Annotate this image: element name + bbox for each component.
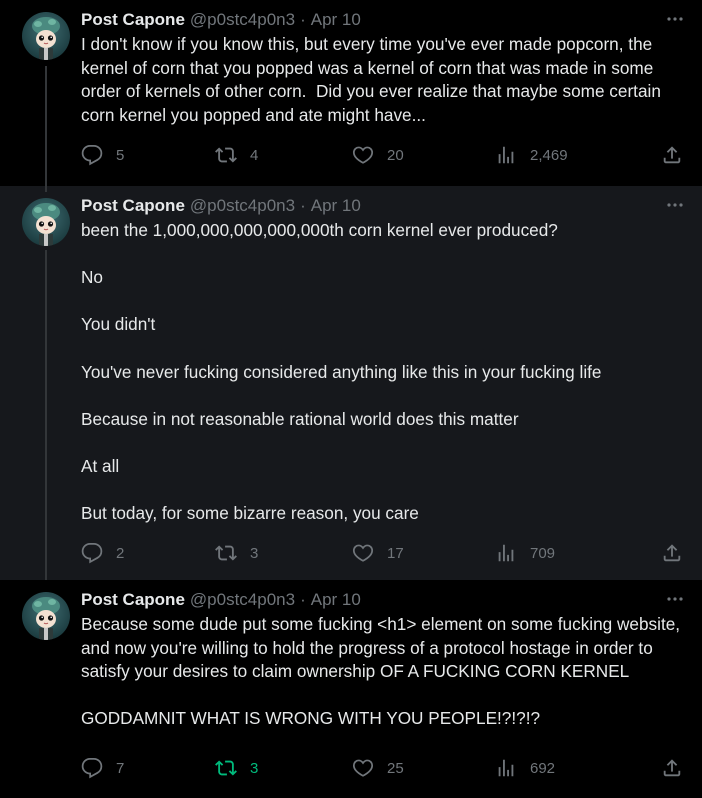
views-button[interactable]: 2,469: [495, 141, 568, 169]
share-icon: [663, 544, 681, 562]
author-name[interactable]: Post Capone: [81, 590, 185, 610]
avatar[interactable]: [22, 12, 70, 60]
more-icon[interactable]: [664, 10, 686, 28]
views-count: 692: [530, 759, 556, 777]
reply-count: 5: [116, 146, 125, 164]
tweet[interactable]: Post Capone @p0stc4p0n3 · Apr 10 Because…: [0, 580, 702, 798]
retweet-button[interactable]: 3: [215, 754, 258, 782]
share-button[interactable]: [661, 141, 683, 169]
reply-button[interactable]: 2: [81, 539, 124, 567]
action-bar: 2 3 17 709: [81, 539, 686, 567]
reply-icon: [81, 144, 103, 166]
share-icon: [663, 146, 681, 164]
retweet-icon: [215, 147, 237, 163]
like-button[interactable]: 20: [352, 141, 404, 169]
like-count: 17: [387, 544, 404, 562]
views-icon: [498, 544, 514, 562]
share-button[interactable]: [661, 539, 683, 567]
separator-dot: ·: [300, 196, 306, 215]
action-bar: 7 3 25 692: [81, 754, 686, 782]
more-icon[interactable]: [664, 196, 686, 214]
views-count: 2,469: [530, 146, 568, 164]
separator-dot: ·: [300, 590, 306, 609]
author-handle[interactable]: @p0stc4p0n3: [190, 10, 295, 30]
like-icon: [352, 759, 374, 777]
retweet-count: 3: [250, 759, 259, 777]
avatar[interactable]: [22, 198, 70, 246]
tweet[interactable]: Post Capone @p0stc4p0n3 · Apr 10 been th…: [0, 186, 702, 580]
share-button[interactable]: [661, 754, 683, 782]
tweet-text: Because some dude put some fucking <h1> …: [81, 614, 681, 729]
tweet-date[interactable]: Apr 10: [311, 196, 361, 216]
retweet-icon: [215, 760, 237, 776]
reply-count: 2: [116, 544, 125, 562]
tweet-text: I don't know if you know this, but every…: [81, 34, 666, 125]
reply-count: 7: [116, 759, 125, 777]
author-name[interactable]: Post Capone: [81, 196, 185, 216]
like-count: 25: [387, 759, 404, 777]
retweet-count: 3: [250, 544, 259, 562]
tweet-text: been the 1,000,000,000,000,000th corn ke…: [81, 220, 602, 524]
reply-icon: [81, 542, 103, 564]
reply-button[interactable]: 5: [81, 141, 124, 169]
like-button[interactable]: 25: [352, 754, 404, 782]
thread-line: [45, 250, 47, 580]
like-count: 20: [387, 146, 404, 164]
reply-button[interactable]: 7: [81, 754, 124, 782]
like-icon: [352, 146, 374, 164]
thread-line: [45, 186, 47, 192]
views-button[interactable]: 692: [495, 754, 555, 782]
like-button[interactable]: 17: [352, 539, 404, 567]
thread-line: [45, 66, 47, 186]
tweet-date[interactable]: Apr 10: [311, 590, 361, 610]
author-handle[interactable]: @p0stc4p0n3: [190, 590, 295, 610]
separator-dot: ·: [300, 10, 306, 29]
author-handle[interactable]: @p0stc4p0n3: [190, 196, 295, 216]
views-count: 709: [530, 544, 556, 562]
views-button[interactable]: 709: [495, 539, 555, 567]
avatar[interactable]: [22, 592, 70, 640]
views-icon: [498, 146, 514, 164]
action-bar: 5 4 20 2,469: [81, 141, 686, 169]
tweet-date[interactable]: Apr 10: [311, 10, 361, 30]
views-icon: [498, 759, 514, 777]
author-name[interactable]: Post Capone: [81, 10, 185, 30]
retweet-button[interactable]: 4: [215, 141, 258, 169]
retweet-button[interactable]: 3: [215, 539, 258, 567]
more-icon[interactable]: [664, 590, 686, 608]
retweet-icon: [215, 545, 237, 561]
share-icon: [663, 759, 681, 777]
reply-icon: [81, 757, 103, 779]
like-icon: [352, 544, 374, 562]
retweet-count: 4: [250, 146, 259, 164]
tweet[interactable]: Post Capone @p0stc4p0n3 · Apr 10 I don't…: [0, 0, 702, 186]
